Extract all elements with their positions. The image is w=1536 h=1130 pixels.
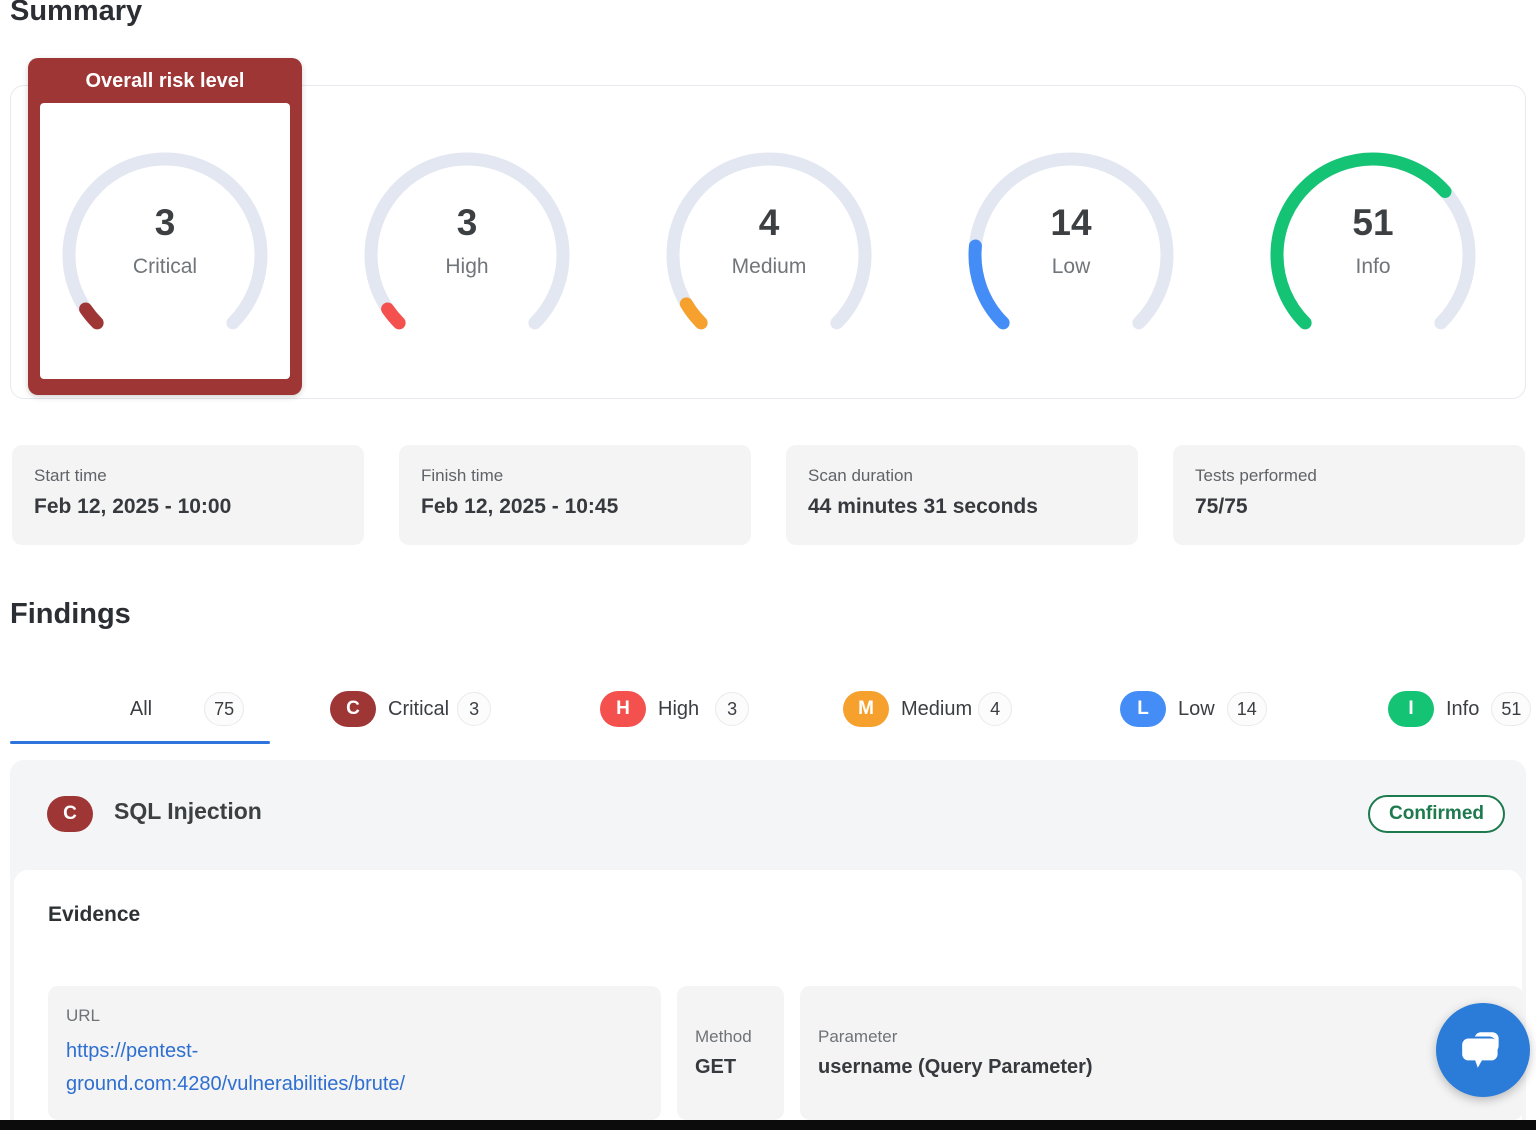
tab-low-count-badge: 14	[1227, 692, 1267, 726]
stat-card-finish-time: Finish time Feb 12, 2025 - 10:45	[399, 445, 751, 545]
stat-card-tests-performed: Tests performed 75/75	[1173, 445, 1525, 545]
tab-critical-label: Critical	[388, 698, 449, 721]
gauge-info: 51 Info	[1263, 145, 1483, 365]
tab-medium[interactable]: M Medium 4	[843, 689, 1012, 729]
evidence-parameter-card: Parameter username (Query Parameter)	[800, 986, 1523, 1120]
tab-high[interactable]: H High 3	[600, 689, 749, 729]
low-severity-badge: L	[1120, 691, 1166, 727]
tab-low[interactable]: L Low 14	[1120, 689, 1267, 729]
method-label: Method	[695, 1027, 766, 1047]
gauge-high-value: 3	[357, 202, 577, 244]
evidence-url-card: URL https://pentest-ground.com:4280/vuln…	[48, 986, 661, 1120]
evidence-section-title: Evidence	[48, 903, 140, 927]
chat-bubble-icon	[1458, 1025, 1508, 1075]
stat-card-start-time: Start time Feb 12, 2025 - 10:00	[12, 445, 364, 545]
gauge-low-value: 14	[961, 202, 1181, 244]
tab-medium-label: Medium	[901, 698, 972, 721]
gauge-low: 14 Low	[961, 145, 1181, 365]
gauge-info-label: Info	[1263, 253, 1483, 281]
gauge-critical-value: 3	[55, 202, 275, 244]
tab-all-label: All	[130, 698, 152, 721]
chat-widget-button[interactable]	[1436, 1003, 1530, 1097]
tab-high-count-badge: 3	[715, 692, 749, 726]
gauge-critical-label: Critical	[55, 253, 275, 281]
gauge-medium-label: Medium	[659, 253, 879, 281]
stat-label: Start time	[34, 466, 364, 486]
stat-label: Scan duration	[808, 466, 1138, 486]
parameter-value: username (Query Parameter)	[818, 1056, 1505, 1079]
stat-value: 75/75	[1195, 495, 1525, 519]
tab-info[interactable]: I Info 51	[1388, 689, 1531, 729]
parameter-label: Parameter	[818, 1027, 1505, 1047]
finding-title: SQL Injection	[114, 798, 262, 825]
finding-body: Evidence URL https://pentest-ground.com:…	[14, 870, 1522, 1120]
tab-high-label: High	[658, 698, 699, 721]
tab-medium-count-badge: 4	[978, 692, 1012, 726]
gauge-info-value: 51	[1263, 202, 1483, 244]
tab-all-count-badge: 75	[204, 692, 244, 726]
stat-label: Tests performed	[1195, 466, 1525, 486]
evidence-method-card: Method GET	[677, 986, 784, 1120]
tab-low-label: Low	[1178, 698, 1215, 721]
url-label: URL	[66, 1006, 643, 1026]
gauge-critical: 3 Critical	[55, 145, 275, 365]
gauge-medium-value: 4	[659, 202, 879, 244]
high-severity-badge: H	[600, 691, 646, 727]
overall-risk-label: Overall risk level	[28, 70, 302, 93]
tab-all[interactable]: All 75	[10, 689, 270, 729]
finding-header[interactable]: C SQL Injection Confirmed	[10, 760, 1526, 870]
tab-critical-count-badge: 3	[457, 692, 491, 726]
info-severity-badge: I	[1388, 691, 1434, 727]
gauge-high: 3 High	[357, 145, 577, 365]
summary-title: Summary	[10, 0, 142, 28]
stat-value: Feb 12, 2025 - 10:00	[34, 495, 364, 519]
finding-card-sql-injection: C SQL Injection Confirmed Evidence URL h…	[10, 760, 1526, 1120]
findings-title: Findings	[10, 598, 131, 631]
finding-severity-badge: C	[47, 796, 93, 832]
url-link[interactable]: https://pentest-ground.com:4280/vulnerab…	[66, 1035, 516, 1101]
active-tab-underline	[10, 741, 270, 744]
critical-severity-badge: C	[330, 691, 376, 727]
stat-value: Feb 12, 2025 - 10:45	[421, 495, 751, 519]
gauge-high-label: High	[357, 253, 577, 281]
stat-card-scan-duration: Scan duration 44 minutes 31 seconds	[786, 445, 1138, 545]
gauge-low-label: Low	[961, 253, 1181, 281]
confirmed-status-badge: Confirmed	[1368, 795, 1505, 833]
gauge-medium: 4 Medium	[659, 145, 879, 365]
method-value: GET	[695, 1056, 766, 1079]
tab-critical[interactable]: C Critical 3	[330, 689, 491, 729]
bottom-edge-bar	[0, 1120, 1536, 1130]
stat-label: Finish time	[421, 466, 751, 486]
stat-value: 44 minutes 31 seconds	[808, 495, 1138, 519]
tab-info-label: Info	[1446, 698, 1479, 721]
tab-info-count-badge: 51	[1491, 692, 1531, 726]
medium-severity-badge: M	[843, 691, 889, 727]
